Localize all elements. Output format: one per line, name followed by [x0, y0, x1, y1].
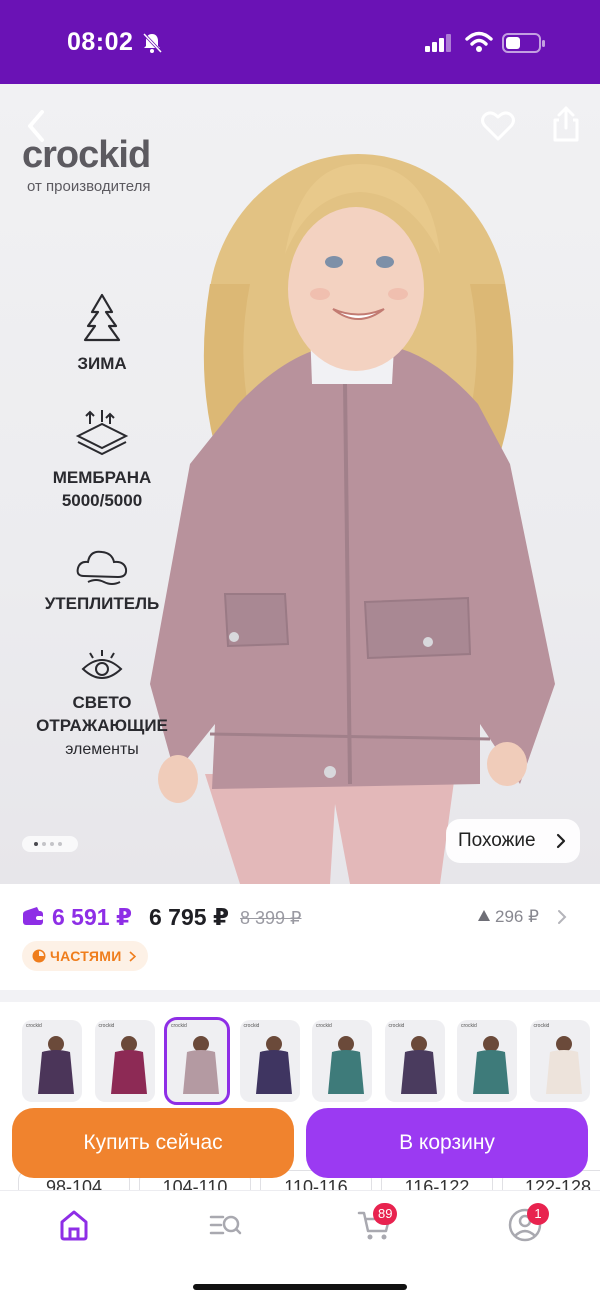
thumb-image: [255, 1036, 292, 1094]
chevron-right-icon[interactable]: [557, 909, 567, 925]
pie-clock-icon: [32, 949, 46, 963]
eye-reflective-icon: [81, 650, 123, 679]
color-variants: crockid crockid crockid crockid crockid crock…: [0, 1002, 600, 1112]
feature-reflective: СВЕТО ОТРАЖАЮЩИЕ элементы: [22, 647, 182, 761]
snowflake-tree-icon: [83, 293, 121, 342]
pagination-dot: [50, 842, 54, 846]
color-variant-thumb[interactable]: crockid: [22, 1020, 82, 1102]
thumb-image: [183, 1036, 219, 1094]
gallery-pagination: [22, 836, 78, 852]
card-price: 6 591 ₽: [52, 904, 132, 930]
feature-winter-label: ЗИМА: [77, 354, 127, 373]
old-price: 8 399 ₽: [240, 908, 302, 928]
share-icon[interactable]: [548, 104, 584, 144]
price-delta[interactable]: 296 ₽: [495, 907, 539, 927]
membrane-icon: [75, 410, 129, 456]
feature-winter: ЗИМА: [62, 292, 142, 375]
wifi-icon: [465, 31, 493, 52]
chevron-right-icon: [129, 951, 136, 962]
color-variant-thumb[interactable]: crockid: [239, 1020, 300, 1102]
color-variant-thumb[interactable]: crockid: [529, 1020, 590, 1102]
profile-badge: 1: [527, 1203, 549, 1225]
color-variant-thumb[interactable]: crockid: [94, 1020, 155, 1102]
similar-button[interactable]: Похожие: [446, 819, 580, 863]
brand-subtitle: от производителя: [27, 178, 151, 195]
brand-logo: crockid: [22, 134, 151, 176]
thumb-image: [328, 1036, 364, 1094]
thumb-brand-label: crockid: [533, 1023, 550, 1029]
cart-badge: 89: [373, 1203, 398, 1225]
cloud-insulation-icon: [76, 550, 128, 585]
thumb-image: [38, 1036, 74, 1094]
thumb-brand-label: crockid: [26, 1023, 42, 1029]
installments-badge[interactable]: ЧАСТЯМИ: [22, 941, 148, 971]
feature-insulation: УТЕПЛИТЕЛЬ: [32, 544, 172, 615]
feature-reflective-line2: ОТРАЖАЮЩИЕ: [36, 716, 168, 735]
thumb-image: [545, 1036, 582, 1094]
feature-membrane-line2: 5000/5000: [61, 491, 143, 510]
catalog-search-icon[interactable]: [205, 1205, 245, 1245]
feature-membrane-line1: МЕМБРАНА: [52, 468, 152, 487]
price-card: 6 591 ₽ 6 795 ₽ 8 399 ₽ 296 ₽ ЧАСТЯМИ: [0, 884, 600, 990]
buy-now-button[interactable]: Купить сейчас: [12, 1108, 294, 1178]
home-indicator: [193, 1284, 407, 1290]
section-divider: [0, 990, 600, 1002]
thumb-brand-label: crockid: [461, 1023, 477, 1029]
wallet-icon: [23, 907, 43, 925]
bell-slash-icon: [142, 32, 163, 54]
pagination-dot: [58, 842, 62, 846]
thumb-brand-label: crockid: [243, 1023, 260, 1029]
heart-icon[interactable]: [480, 108, 516, 144]
color-variant-thumb[interactable]: crockid: [384, 1020, 445, 1102]
price: 6 795 ₽: [149, 904, 229, 930]
feature-membrane: МЕМБРАНА 5000/5000: [40, 410, 164, 512]
thumb-brand-label: crockid: [388, 1023, 405, 1029]
thumb-brand-label: crockid: [171, 1023, 187, 1029]
pagination-dot-active: [34, 842, 38, 846]
chevron-right-icon: [556, 833, 566, 849]
thumb-image: [110, 1036, 147, 1094]
thumb-image: [473, 1036, 509, 1094]
color-variant-thumb[interactable]: crockid: [457, 1020, 517, 1102]
thumb-brand-label: crockid: [316, 1023, 332, 1029]
feature-insulation-label: УТЕПЛИТЕЛЬ: [44, 594, 160, 613]
product-gallery[interactable]: crockid от производителя ЗИМА МЕМБРАНА 5…: [0, 84, 600, 884]
color-variant-thumb[interactable]: crockid: [164, 1017, 230, 1105]
home-icon[interactable]: [54, 1205, 94, 1245]
pagination-dot: [42, 842, 46, 846]
similar-label: Похожие: [458, 830, 536, 851]
installments-label: ЧАСТЯМИ: [50, 948, 122, 964]
status-bar: 08:02: [0, 0, 600, 84]
color-variant-thumb[interactable]: crockid: [312, 1020, 372, 1102]
signal-icon: [425, 34, 451, 52]
add-to-cart-button[interactable]: В корзину: [306, 1108, 588, 1178]
feature-reflective-line1: СВЕТО: [72, 693, 132, 712]
thumb-image: [400, 1036, 437, 1094]
status-time: 08:02: [67, 28, 134, 56]
feature-reflective-sub: элементы: [65, 741, 139, 758]
battery-icon: [502, 33, 545, 53]
thumb-brand-label: crockid: [98, 1023, 115, 1029]
triangle-up-icon: [478, 910, 490, 921]
